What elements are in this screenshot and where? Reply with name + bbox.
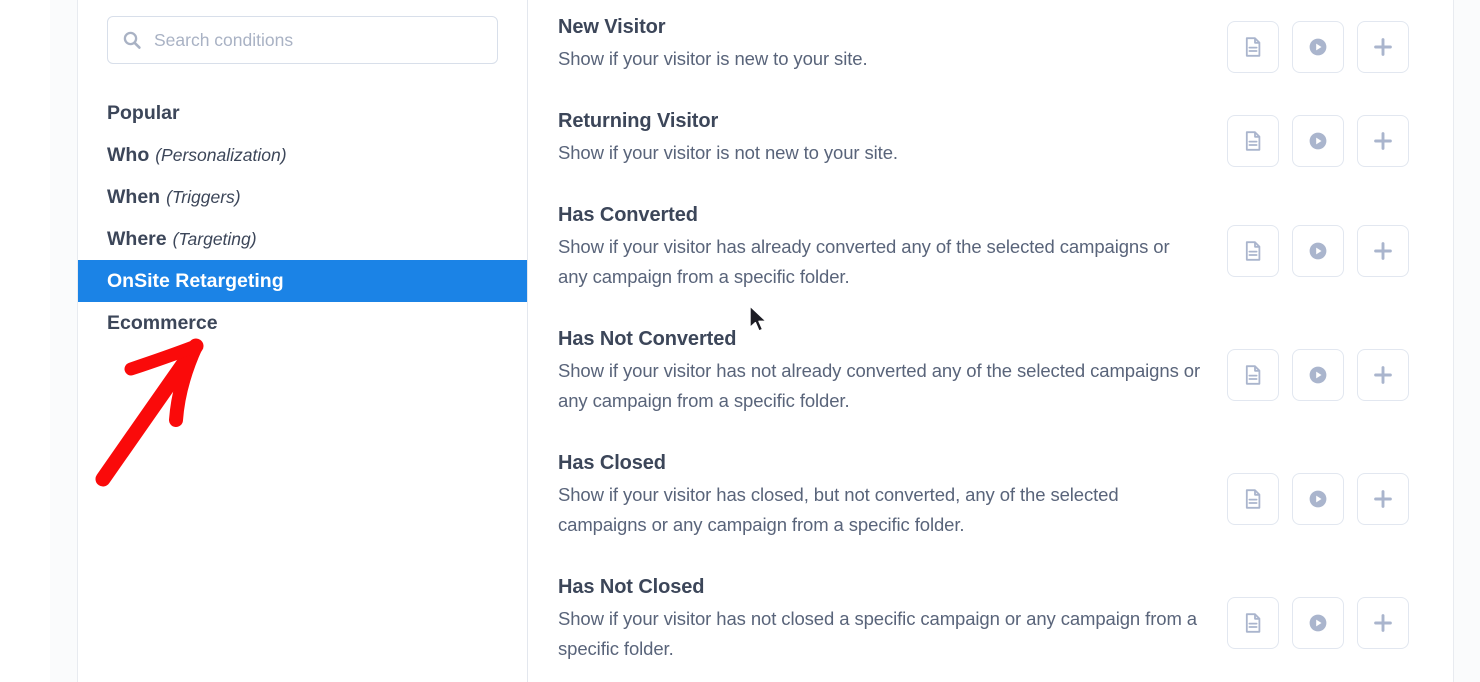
conditions-sidebar: Popular Who (Personalization) When (Trig… — [78, 0, 528, 682]
sidebar-item-onsite-retargeting[interactable]: OnSite Retargeting — [78, 260, 527, 302]
add-condition-button[interactable] — [1357, 473, 1409, 525]
sidebar-item-label: Popular — [107, 101, 180, 124]
sidebar-item-hint: (Triggers) — [166, 186, 241, 207]
documentation-button[interactable] — [1227, 349, 1279, 401]
documentation-button[interactable] — [1227, 115, 1279, 167]
condition-text: Has Not Closed Show if your visitor has … — [558, 560, 1203, 664]
sidebar-item-popular[interactable]: Popular — [78, 92, 527, 134]
condition-description: Show if your visitor has not closed a sp… — [558, 608, 1197, 659]
add-condition-button[interactable] — [1357, 21, 1409, 73]
sidebar-item-hint: (Targeting) — [172, 228, 257, 249]
condition-description: Show if your visitor has already convert… — [558, 236, 1170, 287]
condition-title: New Visitor — [558, 16, 666, 38]
condition-description: Show if your visitor has not already con… — [558, 360, 1201, 411]
category-nav: Popular Who (Personalization) When (Trig… — [78, 92, 527, 344]
documentation-button[interactable] — [1227, 473, 1279, 525]
condition-title: Has Not Converted — [558, 328, 737, 350]
search-icon — [122, 30, 142, 50]
condition-text: Has Converted Show if your visitor has a… — [558, 188, 1203, 292]
condition-title: Has Closed — [558, 452, 666, 474]
condition-row-has-closed[interactable]: Has Closed Show if your visitor has clos… — [528, 436, 1453, 560]
condition-description: Show if your visitor is new to your site… — [558, 48, 868, 69]
condition-row-new-visitor[interactable]: New Visitor Show if your visitor is new … — [528, 0, 1453, 94]
sidebar-item-when[interactable]: When (Triggers) — [78, 176, 527, 218]
video-button[interactable] — [1292, 225, 1344, 277]
documentation-button[interactable] — [1227, 597, 1279, 649]
video-button[interactable] — [1292, 21, 1344, 73]
condition-row-returning-visitor[interactable]: Returning Visitor Show if your visitor i… — [528, 94, 1453, 188]
condition-text: Returning Visitor Show if your visitor i… — [558, 94, 1203, 168]
condition-actions — [1227, 436, 1453, 525]
condition-description: Show if your visitor has closed, but not… — [558, 484, 1119, 535]
condition-text: Has Closed Show if your visitor has clos… — [558, 436, 1203, 540]
sidebar-item-where[interactable]: Where (Targeting) — [78, 218, 527, 260]
sidebar-item-label: When — [107, 185, 161, 208]
condition-text: New Visitor Show if your visitor is new … — [558, 0, 1203, 74]
condition-picker-modal: Popular Who (Personalization) When (Trig… — [0, 0, 1480, 682]
add-condition-button[interactable] — [1357, 349, 1409, 401]
add-condition-button[interactable] — [1357, 597, 1409, 649]
condition-actions — [1227, 94, 1453, 167]
search-input[interactable] — [154, 29, 483, 51]
condition-actions — [1227, 560, 1453, 649]
sidebar-item-label: Where — [107, 227, 167, 250]
condition-description: Show if your visitor is not new to your … — [558, 142, 898, 163]
condition-title: Has Not Closed — [558, 576, 705, 598]
condition-text: Has Not Converted Show if your visitor h… — [558, 312, 1203, 416]
video-button[interactable] — [1292, 115, 1344, 167]
add-condition-button[interactable] — [1357, 225, 1409, 277]
conditions-list: New Visitor Show if your visitor is new … — [528, 0, 1453, 682]
sidebar-item-label: Who — [107, 143, 150, 166]
sidebar-item-label: OnSite Retargeting — [107, 269, 284, 292]
condition-row-has-not-converted[interactable]: Has Not Converted Show if your visitor h… — [528, 312, 1453, 436]
condition-title: Returning Visitor — [558, 110, 719, 132]
condition-actions — [1227, 0, 1453, 73]
sidebar-item-who[interactable]: Who (Personalization) — [78, 134, 527, 176]
condition-row-has-converted[interactable]: Has Converted Show if your visitor has a… — [528, 188, 1453, 312]
conditions-list-panel: New Visitor Show if your visitor is new … — [528, 0, 1453, 682]
condition-row-has-not-closed[interactable]: Has Not Closed Show if your visitor has … — [528, 560, 1453, 682]
video-button[interactable] — [1292, 597, 1344, 649]
documentation-button[interactable] — [1227, 21, 1279, 73]
page-gutter-left — [0, 0, 50, 682]
sidebar-item-ecommerce[interactable]: Ecommerce — [78, 302, 527, 344]
condition-actions — [1227, 188, 1453, 277]
page-gutter-inner — [50, 0, 78, 682]
video-button[interactable] — [1292, 473, 1344, 525]
sidebar-item-label: Ecommerce — [107, 311, 218, 334]
condition-actions — [1227, 312, 1453, 401]
documentation-button[interactable] — [1227, 225, 1279, 277]
search-box[interactable] — [107, 16, 498, 64]
search-section — [78, 0, 527, 64]
video-button[interactable] — [1292, 349, 1344, 401]
page-gutter-right — [1453, 0, 1480, 682]
add-condition-button[interactable] — [1357, 115, 1409, 167]
sidebar-item-hint: (Personalization) — [155, 144, 287, 165]
condition-title: Has Converted — [558, 204, 698, 226]
